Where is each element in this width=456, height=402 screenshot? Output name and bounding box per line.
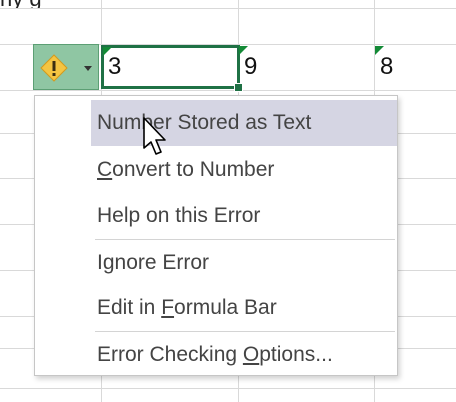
active-cell-value: 3 [108, 53, 122, 80]
accelerator-key: C [97, 158, 113, 181]
menu-item-help-on-error[interactable]: Help on this Error [91, 193, 397, 239]
error-indicator-triangle [103, 47, 112, 56]
mouse-pointer-icon [143, 117, 166, 155]
cell-value-9[interactable]: 9 [238, 45, 374, 89]
menu-item-ignore-error[interactable]: Ignore Error [91, 240, 397, 286]
accelerator-key: O [242, 343, 260, 366]
cell-value: 8 [380, 53, 394, 80]
cell-value: 9 [244, 53, 258, 80]
error-context-menu: Number Stored as Text Convert to Number … [34, 95, 398, 376]
error-smart-tag-button[interactable] [33, 44, 99, 90]
menu-item-number-stored-as-text[interactable]: Number Stored as Text [91, 100, 397, 146]
error-indicator-triangle [239, 46, 248, 55]
warning-icon [40, 54, 68, 82]
caret-down-icon [84, 66, 92, 71]
accelerator-key: F [161, 296, 175, 319]
error-indicator-triangle [375, 46, 384, 55]
menu-item-edit-in-formula-bar[interactable]: Edit in Formula Bar [91, 285, 397, 331]
partial-cell-text: ny g [0, 0, 456, 8]
menu-item-error-checking-options[interactable]: Error Checking Options... [91, 332, 397, 378]
menu-item-convert-to-number[interactable]: Convert to Number [91, 147, 397, 193]
active-cell[interactable]: 3 [101, 45, 243, 92]
cell-value-8[interactable]: 8 [374, 45, 456, 89]
